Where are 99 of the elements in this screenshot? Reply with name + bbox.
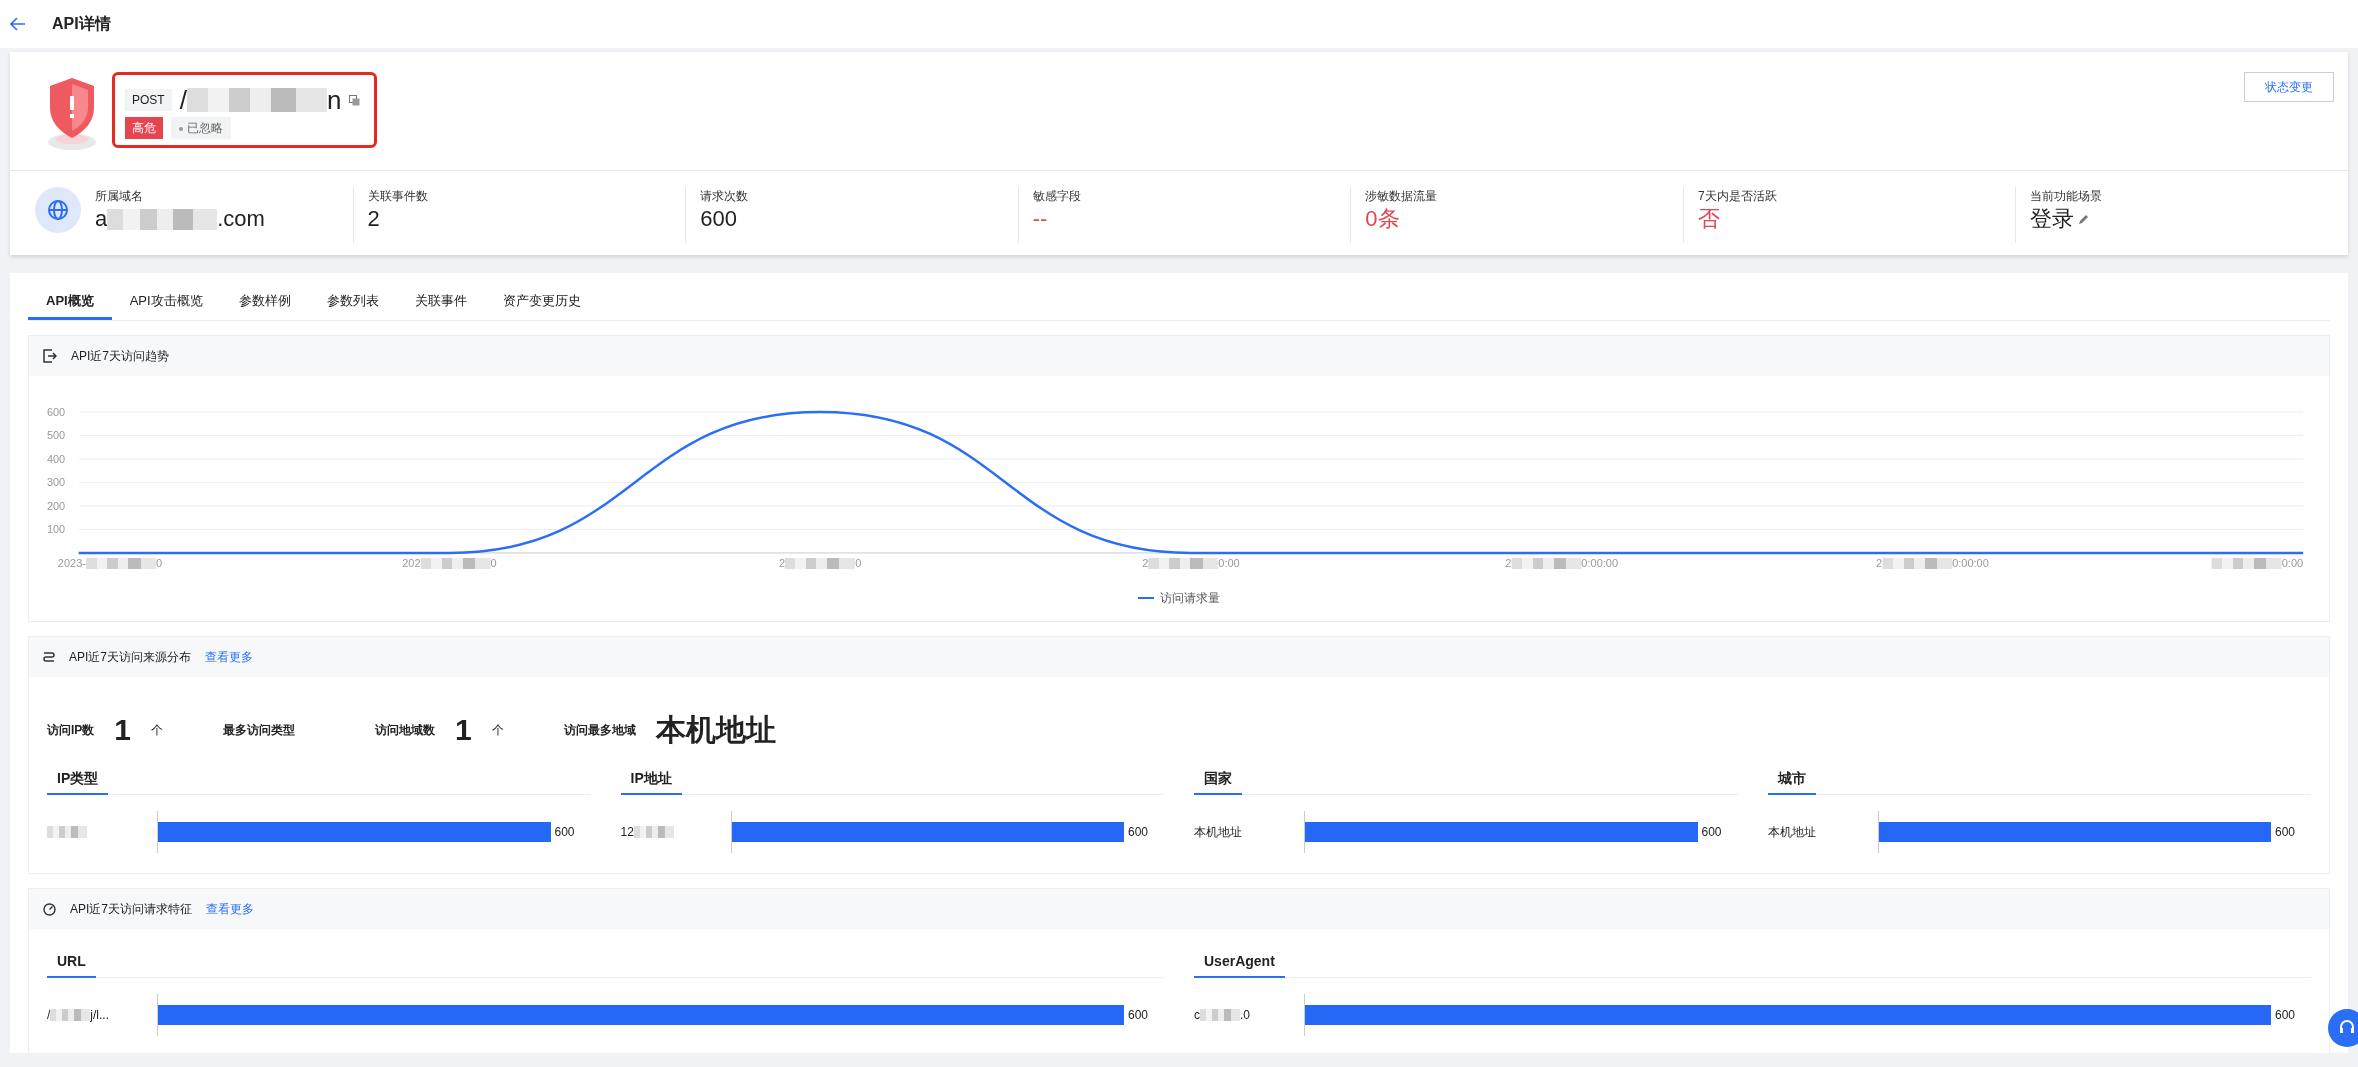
stat-label: 当前功能场景 [2030, 188, 2104, 205]
redaction-block [47, 826, 87, 838]
stat-label: 请求次数 [700, 188, 750, 205]
stat-value: 0条 [1365, 205, 1400, 233]
back-arrow-icon[interactable] [10, 17, 26, 31]
redaction-block [85, 558, 156, 569]
group-tab[interactable]: IP地址 [620, 764, 682, 796]
bar-value: 600 [1128, 1008, 1149, 1023]
legend-label: 访问请求量 [1160, 590, 1220, 608]
group-tab[interactable]: UserAgent [1194, 947, 1285, 979]
redaction-block [1200, 1009, 1240, 1021]
bar-label: 本机地址 [1194, 824, 1242, 842]
metric-value: 1 [114, 712, 132, 749]
group-tab[interactable]: IP类型 [47, 764, 109, 796]
view-more-link[interactable]: 查看更多 [205, 648, 253, 667]
x-tick-label: 0 [490, 556, 497, 572]
x-tick-label: 0:00:00 [1581, 556, 1619, 572]
status-tag: 已忽略 [171, 117, 231, 139]
panel-title: API近7天访问来源分布 [69, 649, 191, 667]
bar-label: 12 [620, 824, 634, 842]
y-tick-label: 200 [46, 499, 66, 512]
stat-value: a [95, 205, 108, 233]
stat-value: 登录 [2030, 205, 2075, 233]
bar-label: / [47, 1007, 51, 1025]
exit-icon [43, 348, 57, 363]
bar-value: 600 [1128, 825, 1149, 840]
y-tick-label: 400 [46, 452, 66, 465]
x-tick-label: 202 [402, 556, 421, 572]
redaction-block [633, 826, 674, 838]
tab[interactable]: 参数样例 [220, 285, 309, 320]
x-tick-label: 0:00:00 [1952, 556, 1989, 572]
x-tick-label: 2023- [57, 556, 86, 572]
route-icon [43, 651, 55, 664]
metric-value: 1 [455, 712, 472, 749]
panel-title: API近7天访问请求特征 [70, 901, 192, 919]
x-tick-label: 0 [855, 556, 862, 572]
stat-label: 涉敏数据流量 [1365, 188, 1439, 205]
tab[interactable]: API概览 [28, 285, 112, 320]
y-tick-label: 500 [46, 428, 66, 441]
stat-label: 敏感字段 [1032, 188, 1082, 205]
metric-label: 最多访问类型 [223, 721, 296, 739]
bar-value: 600 [2275, 1008, 2296, 1023]
bar-label: 本机地址 [1767, 824, 1816, 842]
y-tick-label: 100 [46, 522, 66, 535]
stat-label: 所属域名 [95, 188, 144, 205]
redaction-block [1882, 558, 1953, 569]
stat-value: -- [1032, 205, 1048, 233]
api-path: n [326, 87, 342, 113]
redaction-block [1148, 558, 1219, 569]
metric-unit: 个 [151, 721, 164, 739]
x-tick-label: 2 [1142, 556, 1149, 572]
x-tick-label: 2 [779, 556, 786, 572]
y-tick-label: 600 [46, 405, 66, 418]
stat-label: 7天内是否活跃 [1697, 188, 1778, 205]
tab[interactable]: 关联事件 [396, 285, 485, 320]
pencil-icon[interactable] [2078, 213, 2091, 226]
tab[interactable]: 参数列表 [308, 285, 397, 320]
page-title: API详情 [52, 14, 111, 34]
stat-value: 否 [1697, 205, 1720, 233]
group-tab[interactable]: 国家 [1194, 764, 1242, 796]
redaction-block [1511, 558, 1582, 569]
tab[interactable]: API攻击概览 [111, 285, 221, 320]
stat-label: 关联事件数 [367, 188, 429, 205]
copy-icon[interactable] [349, 94, 361, 106]
gauge-icon [43, 902, 56, 916]
method-tag: POST [125, 89, 172, 111]
redaction-block [420, 558, 491, 569]
group-tab[interactable]: 城市 [1767, 764, 1816, 796]
metric-unit: 个 [491, 721, 504, 739]
globe-icon [35, 187, 81, 233]
metric-label: 访问地域数 [375, 721, 436, 739]
metric-label: 访问IP数 [47, 721, 95, 739]
panel-title: API近7天访问趋势 [71, 347, 169, 365]
stat-value: .com [217, 205, 265, 233]
api-path: / [179, 87, 187, 113]
bar-value: 600 [554, 825, 575, 840]
stat-value: 600 [700, 205, 737, 233]
redaction-block [2211, 558, 2282, 569]
x-tick-label: 2 [1505, 556, 1512, 572]
tab[interactable]: 资产变更历史 [484, 285, 599, 320]
metric-label: 访问最多地域 [563, 721, 636, 739]
bar-label: c [1194, 1007, 1200, 1025]
bar-label: .0 [1240, 1007, 1250, 1025]
y-tick-label: 300 [46, 475, 66, 488]
stat-value: 2 [367, 205, 380, 233]
risk-tag: 高危 [125, 117, 163, 139]
bar-label: j/l... [90, 1007, 109, 1025]
bar-value: 600 [2275, 825, 2296, 840]
bar-value: 600 [1701, 825, 1722, 840]
x-tick-label: 0:00 [2281, 556, 2304, 572]
redaction-block [785, 558, 856, 569]
x-tick-label: 0:00 [1218, 556, 1240, 572]
x-tick-label: 2 [1876, 556, 1883, 572]
group-tab[interactable]: URL [47, 947, 96, 979]
view-more-link[interactable]: 查看更多 [206, 900, 254, 919]
metric-value: 本机地址 [655, 712, 776, 749]
redaction-block [50, 1009, 91, 1021]
x-tick-label: 0 [155, 556, 163, 572]
status-change-button[interactable]: 状态变更 [2244, 72, 2334, 102]
